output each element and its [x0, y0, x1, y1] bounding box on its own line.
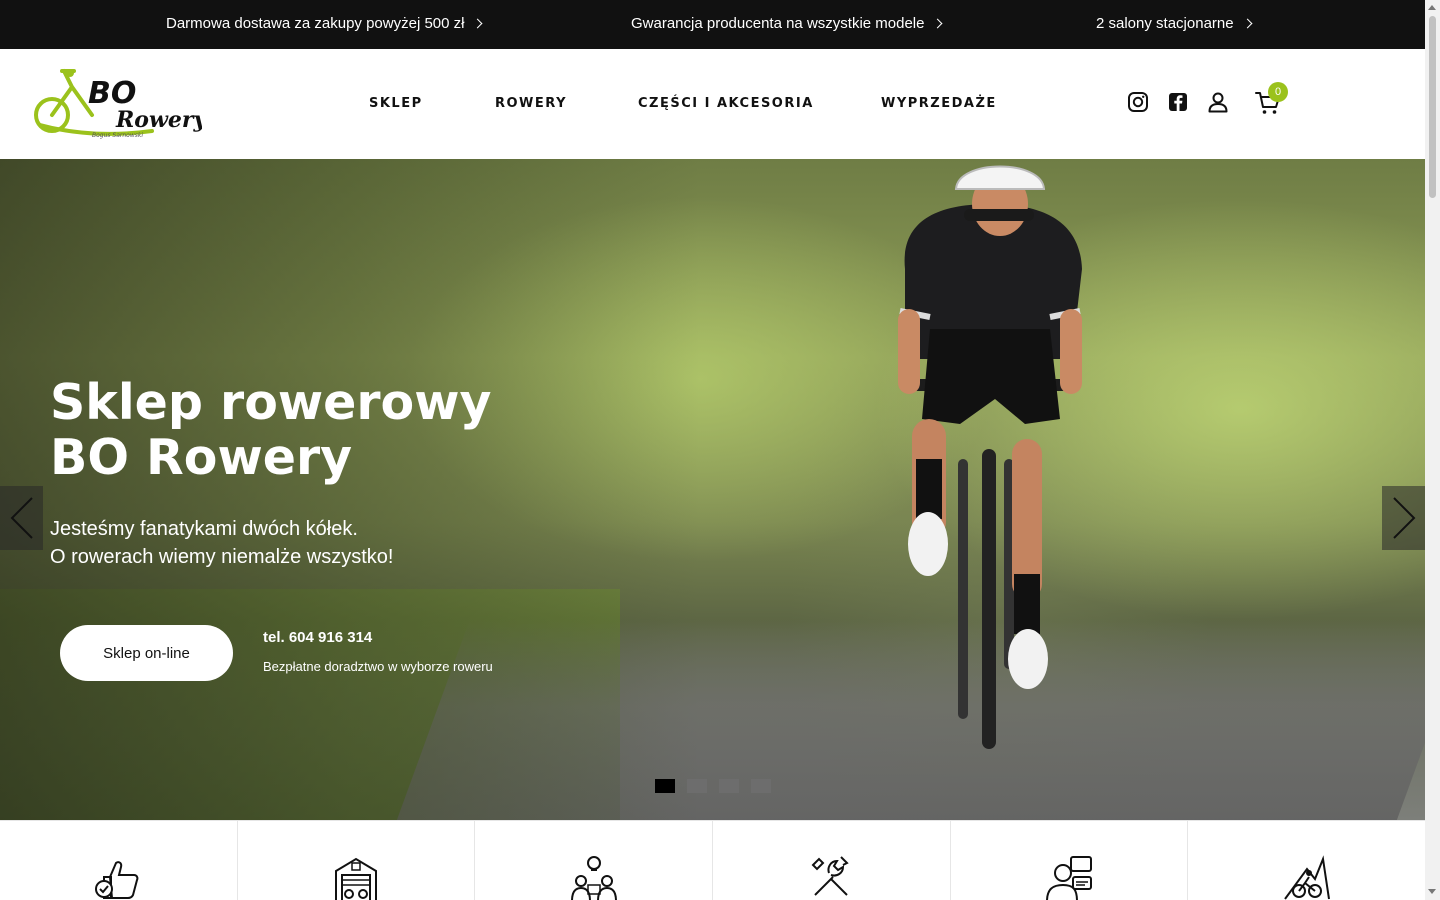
chevron-left-icon	[10, 497, 33, 539]
promo-free-delivery-text: Darmowa dostawa za zakupy powyżej 500 zł	[166, 15, 465, 32]
chevron-right-icon	[473, 18, 483, 29]
page: Darmowa dostawa za zakupy powyżej 500 zł…	[0, 0, 1425, 900]
hero-phone-link[interactable]: tel. 604 916 314	[263, 629, 372, 646]
online-shop-button[interactable]: Sklep on-line	[60, 625, 233, 681]
feature-item	[0, 821, 238, 900]
hero-subtitle-line1: Jesteśmy fanatykami dwóch kółek.	[50, 518, 358, 540]
bo-rowery-logo-icon: BO Rowery Bogus Sarnowski	[34, 69, 208, 139]
slider-dot-4[interactable]	[751, 779, 771, 793]
advisor-idea-icon	[570, 856, 617, 900]
user-icon[interactable]	[1207, 91, 1229, 113]
facebook-icon[interactable]	[1167, 91, 1189, 113]
page-scrollbar[interactable]	[1425, 0, 1440, 900]
slider-prev-button[interactable]	[0, 486, 43, 550]
hero-slider: Sklep rowerowy BO Rowery Jesteśmy fanaty…	[0, 159, 1425, 820]
promo-free-delivery-link[interactable]: Darmowa dostawa za zakupy powyżej 500 zł	[166, 15, 483, 32]
promo-warranty-text: Gwarancja producenta na wszystkie modele	[631, 15, 925, 32]
feature-item	[713, 821, 951, 900]
nav-item-czesci-akcesoria[interactable]: CZĘŚCI I AKCESORIA	[638, 96, 814, 111]
chevron-right-icon	[1242, 18, 1253, 29]
feature-item	[951, 821, 1189, 900]
promo-stores-text: 2 salony stacjonarne	[1096, 15, 1234, 32]
slider-dot-1[interactable]	[655, 779, 675, 793]
hero-bg-shade	[0, 159, 700, 820]
site-header: BO Rowery Bogus Sarnowski SKLEP ROWERY C…	[0, 49, 1425, 159]
slider-next-button[interactable]	[1382, 486, 1425, 550]
mountain-bike-icon	[1283, 855, 1330, 900]
promo-stores-link[interactable]: 2 salony stacjonarne	[1096, 15, 1253, 32]
scrollbar-thumb[interactable]	[1429, 16, 1436, 198]
cart-count-badge: 0	[1268, 82, 1288, 102]
hero-title: Sklep rowerowy BO Rowery	[50, 375, 491, 485]
feature-item	[1188, 821, 1425, 900]
slider-dot-3[interactable]	[719, 779, 739, 793]
logo-text-bo: BO	[88, 76, 136, 111]
feature-item	[475, 821, 714, 900]
hero-cyclist-image	[898, 165, 1082, 749]
hero-title-line2: BO Rowery	[50, 429, 353, 486]
thumbs-up-check-icon	[95, 861, 139, 899]
feature-item	[238, 821, 476, 900]
promo-bar: Darmowa dostawa za zakupy powyżej 500 zł…	[0, 0, 1425, 49]
nav-item-sklep[interactable]: SKLEP	[369, 96, 423, 111]
logo-text-rowery: Rowery	[115, 107, 202, 133]
hero-title-line1: Sklep rowerowy	[50, 374, 492, 431]
hero-subtitle-line2: O rowerach wiemy niemalże wszystko!	[50, 546, 394, 568]
hero-advice-note: Bezpłatne doradztwo w wyborze roweru	[263, 659, 493, 674]
nav-item-wyprzedaze[interactable]: WYPRZEDAŻE	[881, 96, 997, 111]
instagram-icon[interactable]	[1127, 91, 1149, 113]
repair-tools-icon	[811, 856, 850, 896]
bike-garage-icon	[335, 857, 377, 900]
promo-warranty-link[interactable]: Gwarancja producenta na wszystkie modele	[631, 15, 943, 32]
scroll-down-arrow-icon[interactable]	[1428, 889, 1436, 894]
slider-dot-2[interactable]	[687, 779, 707, 793]
features-strip	[0, 820, 1425, 900]
logo-tagline: Bogus Sarnowski	[92, 132, 143, 139]
hero-subtitle: Jesteśmy fanatykami dwóch kółek. O rower…	[50, 515, 393, 571]
scroll-up-arrow-icon[interactable]	[1428, 5, 1436, 10]
nav-item-rowery[interactable]: ROWERY	[495, 96, 567, 111]
slider-pagination	[655, 779, 771, 793]
chevron-right-icon	[1392, 497, 1415, 539]
chevron-right-icon	[933, 18, 943, 29]
customer-support-icon	[1046, 856, 1093, 900]
logo[interactable]: BO Rowery Bogus Sarnowski	[32, 65, 208, 141]
